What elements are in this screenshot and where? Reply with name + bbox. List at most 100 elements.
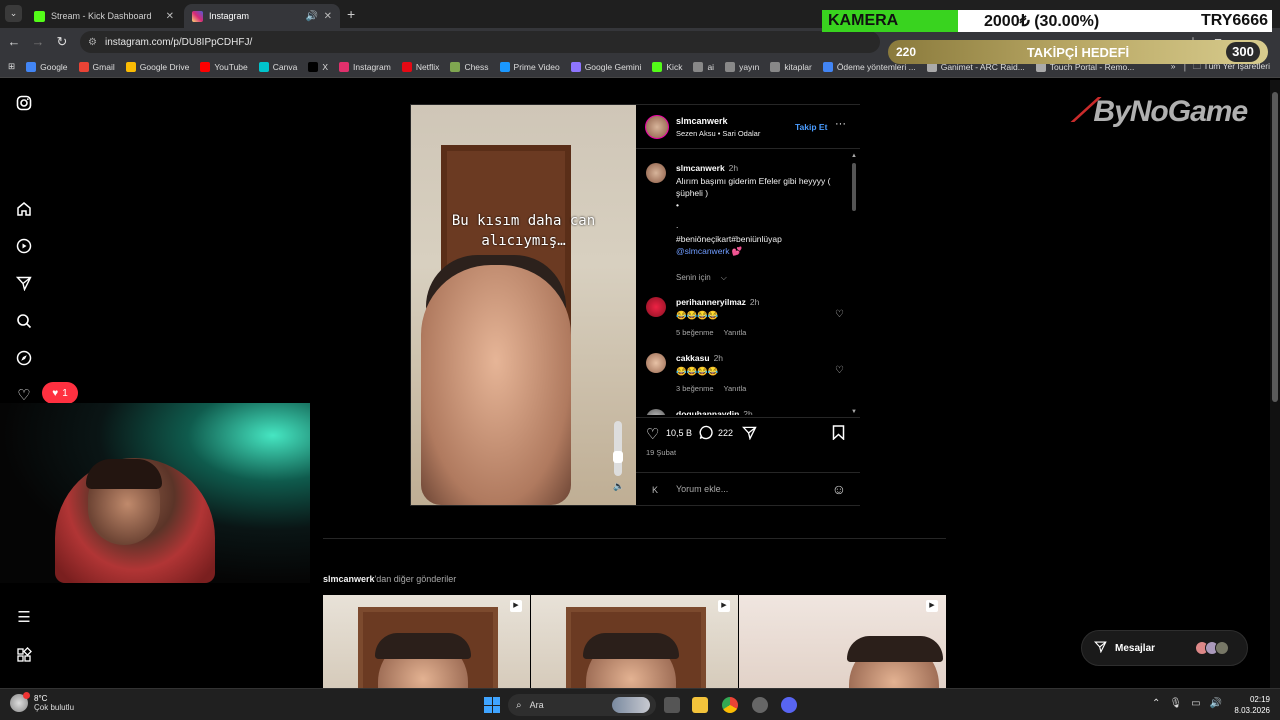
tab-audio-icon[interactable]: 🔊 <box>306 11 318 22</box>
comment-input[interactable]: Yorum ekle... <box>676 484 728 494</box>
comment-username[interactable]: perihanneryilmaz <box>676 297 746 307</box>
caption-username[interactable]: slmcanwerk <box>676 163 725 173</box>
save-bookmark-icon[interactable] <box>832 425 845 444</box>
like-comment-icon[interactable]: ♡ <box>835 365 844 376</box>
tab-search-button[interactable]: ⌄ <box>5 5 22 22</box>
taskbar-search[interactable]: ⌕ Ara <box>508 694 656 716</box>
bookmark-item[interactable]: Instagram <box>339 61 391 72</box>
bookmark-item[interactable]: Chess <box>450 61 489 72</box>
avatar[interactable] <box>646 353 666 373</box>
clock[interactable]: 02:19 8.03.2026 <box>1230 694 1270 716</box>
more-posts-username[interactable]: slmcanwerk <box>323 574 375 584</box>
bookmark-label: X <box>322 61 329 72</box>
notification-badge[interactable]: ♥ 1 <box>42 382 78 404</box>
more-options-icon[interactable]: ··· <box>835 118 846 130</box>
add-comment-box[interactable]: K Yorum ekle... ☺ <box>636 472 860 506</box>
also-from-meta-icon[interactable] <box>15 647 33 665</box>
comment-username[interactable]: cakkasu <box>676 353 710 363</box>
comment-likes[interactable]: 5 beğenme <box>676 328 714 337</box>
scroll-down-icon[interactable]: ▼ <box>851 409 857 415</box>
bookmark-item[interactable]: kitaplar <box>770 61 812 72</box>
bookmark-item[interactable]: Google Gemini <box>570 61 641 72</box>
reels-icon[interactable] <box>15 238 33 256</box>
post-video[interactable]: Bu kısım daha can alıcıymış… 🔈 <box>411 105 636 505</box>
new-tab-button[interactable]: + <box>347 6 355 22</box>
like-comment-icon[interactable]: ♡ <box>835 309 844 320</box>
volume-slider-knob[interactable] <box>613 451 623 463</box>
app-icon[interactable] <box>752 697 768 713</box>
like-count[interactable]: 10,5 B <box>666 428 692 438</box>
emoji-icon[interactable]: ☺ <box>832 481 846 497</box>
close-tab-icon[interactable]: ✕ <box>166 11 174 22</box>
goal-target: 300 <box>1226 42 1260 62</box>
follow-button[interactable]: Takip Et <box>795 122 827 132</box>
site-info-icon[interactable]: ⚙ <box>88 37 97 48</box>
page-scrollbar-thumb[interactable] <box>1272 92 1278 402</box>
bookmark-item[interactable]: Netflix <box>401 61 439 72</box>
bookmark-item[interactable]: ai <box>693 61 715 72</box>
avatar[interactable] <box>646 163 666 183</box>
comment-username[interactable]: doguhannaydin <box>676 409 739 415</box>
author-avatar[interactable] <box>645 115 669 139</box>
share-icon[interactable] <box>741 425 757 444</box>
chrome-icon[interactable] <box>722 697 738 713</box>
tab-instagram[interactable]: Instagram 🔊 ✕ <box>184 4 340 28</box>
address-bar[interactable]: ⚙ instagram.com/p/DU8IPpCDHFJ/ <box>80 31 880 53</box>
bookmark-label: ai <box>707 61 715 72</box>
bookmark-item[interactable]: X <box>308 61 329 72</box>
explore-icon[interactable] <box>15 350 33 368</box>
post-thumbnail[interactable]: ▶ <box>531 595 738 688</box>
forward-icon[interactable]: → <box>30 34 46 49</box>
bookmark-item[interactable]: Google Drive <box>125 61 189 72</box>
like-heart-icon[interactable]: ♡ <box>646 425 659 443</box>
comments-scrollbar[interactable]: ▲ ▼ <box>851 153 857 415</box>
reply-button[interactable]: Yanıtla <box>724 384 747 393</box>
close-tab-icon[interactable]: ✕ <box>324 11 332 22</box>
post-thumbnail[interactable]: ▶ <box>739 595 946 688</box>
reload-icon[interactable]: ↻ <box>54 34 70 50</box>
bookmark-item[interactable]: Kick <box>652 61 682 72</box>
direct-messages-icon[interactable] <box>15 275 33 293</box>
comment-bubble-icon[interactable] <box>699 425 714 444</box>
bookmark-item[interactable]: Prime Video <box>499 61 560 72</box>
start-button[interactable] <box>484 697 500 713</box>
weather-widget[interactable]: 8°C Çok bulutlu <box>10 692 74 712</box>
back-icon[interactable]: ← <box>6 34 22 49</box>
kick-extension-icon[interactable]: K <box>652 485 658 495</box>
tray-overflow-icon[interactable]: ⌃ <box>1152 698 1160 709</box>
author-username[interactable]: slmcanwerk <box>676 116 728 126</box>
scrollbar-thumb[interactable] <box>852 163 856 211</box>
microphone-icon[interactable]: 🎙 <box>1169 698 1182 709</box>
bookmark-item[interactable]: YouTube <box>200 61 248 72</box>
caption-mention[interactable]: @slmcanwerk <box>676 246 730 256</box>
menu-icon[interactable]: ☰ <box>15 609 33 627</box>
file-explorer-icon[interactable] <box>692 697 708 713</box>
scroll-up-icon[interactable]: ▲ <box>851 153 857 159</box>
page-scrollbar[interactable] <box>1270 80 1280 688</box>
messages-button[interactable]: Mesajlar <box>1081 630 1248 666</box>
display-icon[interactable]: ▭ <box>1191 698 1200 709</box>
post-audio[interactable]: Sezen Aksu • Sari Odalar <box>676 129 760 138</box>
caption-hashtags[interactable]: #beniöneçikart#beniünlüyap <box>676 233 846 245</box>
speaker-icon[interactable]: 🔊 <box>1210 698 1222 709</box>
post-thumbnail[interactable]: ▶ <box>323 595 530 688</box>
comment-likes[interactable]: 3 beğenme <box>676 384 714 393</box>
home-icon[interactable] <box>15 201 33 219</box>
instagram-logo-icon[interactable] <box>15 95 33 113</box>
apps-icon[interactable]: ⊞ <box>8 61 15 72</box>
avatar[interactable] <box>646 409 666 415</box>
bookmark-item[interactable]: Gmail <box>78 61 115 72</box>
bookmark-item[interactable]: yayın <box>725 61 759 72</box>
bookmark-item[interactable]: Google <box>26 61 68 72</box>
search-icon[interactable] <box>15 313 33 331</box>
volume-icon[interactable]: 🔈 <box>613 481 624 492</box>
volume-slider[interactable] <box>614 421 622 476</box>
avatar[interactable] <box>646 297 666 317</box>
reply-button[interactable]: Yanıtla <box>724 328 747 337</box>
discord-icon[interactable] <box>781 697 797 713</box>
bookmark-item[interactable]: Canva <box>258 61 297 72</box>
comment-count[interactable]: 222 <box>718 428 733 438</box>
for-you-label[interactable]: Senin için ⌵ <box>676 273 737 283</box>
tab-kick-dashboard[interactable]: Stream - Kick Dashboard ✕ <box>26 4 182 28</box>
task-view-icon[interactable] <box>664 697 680 713</box>
